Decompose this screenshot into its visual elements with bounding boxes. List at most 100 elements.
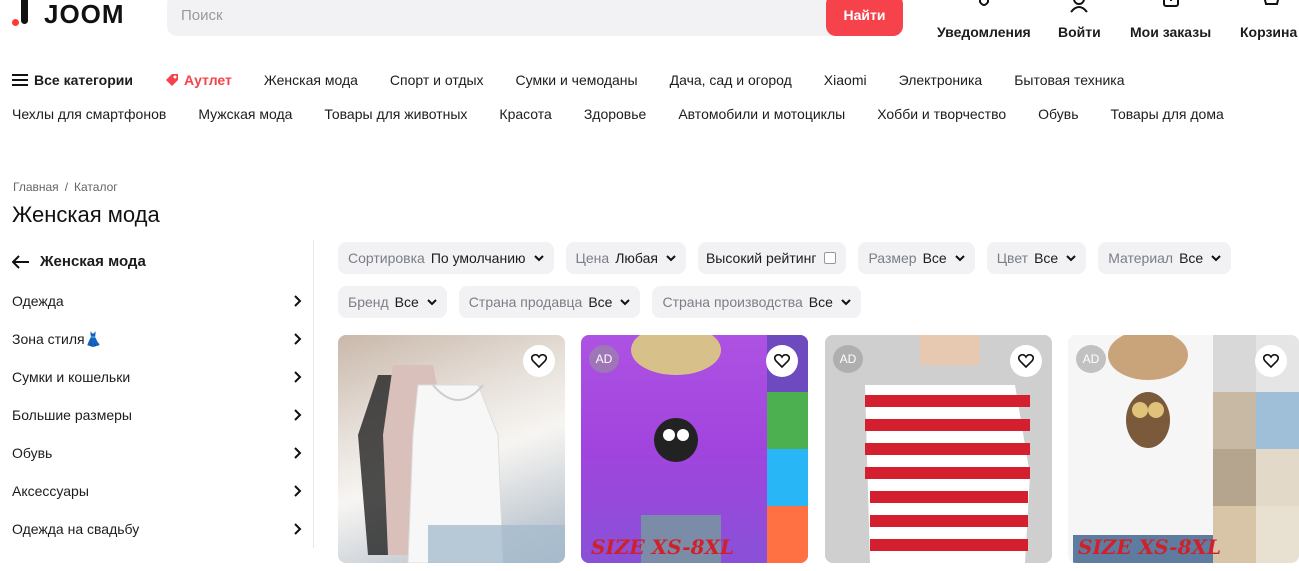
sidebar-back-link[interactable]: Женская мода bbox=[12, 253, 146, 270]
filter-value: Все bbox=[922, 250, 947, 266]
chevron-right-icon bbox=[294, 447, 302, 459]
high-rating-filter[interactable]: Высокий рейтинг bbox=[697, 242, 847, 274]
chevron-down-icon bbox=[427, 299, 437, 306]
ad-badge: AD bbox=[1076, 345, 1106, 373]
sidebar-category-list: Одежда Зона стиля👗 Сумки и кошельки Боль… bbox=[12, 282, 302, 548]
nav-item-beauty[interactable]: Красота bbox=[499, 106, 551, 122]
nav-item-pets[interactable]: Товары для животных bbox=[324, 106, 467, 122]
brand-filter[interactable]: Бренд Все bbox=[338, 286, 447, 318]
sidebar-item-accessories[interactable]: Аксессуары bbox=[12, 472, 302, 510]
sidebar-item-style-zone[interactable]: Зона стиля👗 bbox=[12, 320, 302, 358]
chevron-right-icon bbox=[294, 295, 302, 307]
login-label: Войти bbox=[1058, 24, 1101, 40]
sidebar-divider bbox=[313, 240, 314, 548]
nav-item-sport[interactable]: Спорт и отдых bbox=[390, 72, 484, 88]
sidebar-item-label: Обувь bbox=[12, 445, 53, 461]
filter-bar: Сортировка По умолчанию Цена Любая Высокий… bbox=[338, 242, 1278, 318]
ad-badge: AD bbox=[833, 345, 863, 373]
nav-item-auto[interactable]: Автомобили и мотоциклы bbox=[678, 106, 845, 122]
logo-text: JOOM bbox=[44, 0, 125, 29]
product-card[interactable]: AD bbox=[825, 335, 1052, 563]
high-rating-checkbox[interactable] bbox=[824, 252, 837, 264]
orders-button[interactable]: Мои заказы bbox=[1130, 0, 1211, 40]
logo[interactable]: JOOM bbox=[12, 0, 125, 29]
product-card[interactable] bbox=[338, 335, 565, 563]
chevron-down-icon bbox=[1211, 255, 1221, 262]
sidebar-item-plus-size[interactable]: Большие размеры bbox=[12, 396, 302, 434]
all-categories-button[interactable]: Все категории bbox=[12, 72, 133, 88]
breadcrumb-catalog[interactable]: Каталог bbox=[74, 180, 118, 194]
nav-item-outlet[interactable]: Аутлет bbox=[165, 72, 232, 88]
material-filter[interactable]: Материал Все bbox=[1098, 242, 1232, 274]
nav-item-xiaomi[interactable]: Xiaomi bbox=[824, 72, 867, 88]
user-icon bbox=[1070, 0, 1089, 13]
filter-label: Цена bbox=[575, 250, 610, 266]
search-button[interactable]: Найти bbox=[826, 0, 903, 36]
nav-item-garden[interactable]: Дача, сад и огород bbox=[670, 72, 792, 88]
color-filter[interactable]: Цвет Все bbox=[986, 242, 1087, 274]
favorite-button[interactable] bbox=[766, 345, 798, 377]
search-bar: Найти bbox=[167, 0, 903, 36]
filter-label: Страна продавца bbox=[468, 294, 583, 310]
notifications-button[interactable]: Уведомления bbox=[937, 0, 1031, 40]
nav-item-hobby[interactable]: Хобби и творчество bbox=[877, 106, 1006, 122]
product-card[interactable]: AD SIZE XS-8XL bbox=[581, 335, 808, 563]
category-nav-primary: Все категории Аутлет Женская мода Спорт … bbox=[12, 72, 1157, 88]
sidebar-item-wedding[interactable]: Одежда на свадьбу bbox=[12, 510, 302, 548]
filter-value: Все bbox=[1034, 250, 1059, 266]
nav-item-bags[interactable]: Сумки и чемоданы bbox=[516, 72, 638, 88]
nav-item-appliances[interactable]: Бытовая техника bbox=[1014, 72, 1124, 88]
chevron-right-icon bbox=[294, 409, 302, 421]
cart-button[interactable]: Корзина bbox=[1240, 0, 1297, 40]
sidebar-item-label: Одежда bbox=[12, 293, 64, 309]
chevron-right-icon bbox=[294, 333, 302, 345]
login-button[interactable]: Войти bbox=[1058, 0, 1101, 40]
product-card[interactable]: AD SIZE XS-8XL bbox=[1068, 335, 1299, 563]
ad-badge: AD bbox=[589, 345, 619, 373]
favorite-button[interactable] bbox=[523, 345, 555, 377]
sidebar-item-label: Большие размеры bbox=[12, 407, 132, 423]
sidebar-item-label: Аксессуары bbox=[12, 483, 89, 499]
category-nav-secondary: Чехлы для смартфонов Мужская мода Товары… bbox=[12, 106, 1256, 122]
size-filter[interactable]: Размер Все bbox=[858, 242, 975, 274]
heart-icon bbox=[774, 354, 790, 368]
sidebar-item-bags[interactable]: Сумки и кошельки bbox=[12, 358, 302, 396]
chevron-right-icon bbox=[294, 485, 302, 497]
tag-icon bbox=[165, 74, 178, 86]
made-in-filter[interactable]: Страна производства Все bbox=[652, 286, 861, 318]
chevron-down-icon bbox=[666, 255, 676, 262]
filter-value: Все bbox=[808, 294, 833, 310]
filter-label: Бренд bbox=[348, 294, 389, 310]
nav-item-men[interactable]: Мужская мода bbox=[198, 106, 292, 122]
sidebar-item-label: Сумки и кошельки bbox=[12, 369, 131, 385]
filter-label: Материал bbox=[1108, 250, 1174, 266]
nav-item-electronics[interactable]: Электроника bbox=[899, 72, 983, 88]
breadcrumb-home[interactable]: Главная bbox=[13, 180, 59, 194]
search-input[interactable] bbox=[167, 0, 827, 36]
filter-value: Все bbox=[1179, 250, 1204, 266]
outlet-label: Аутлет bbox=[183, 72, 232, 88]
favorite-button[interactable] bbox=[1255, 345, 1287, 377]
filter-label: Сортировка bbox=[348, 250, 425, 266]
nav-item-shoes[interactable]: Обувь bbox=[1038, 106, 1078, 122]
menu-icon bbox=[12, 74, 28, 86]
chevron-down-icon bbox=[954, 255, 965, 262]
size-range-label: SIZE XS-8XL bbox=[591, 535, 735, 559]
filter-label: Размер bbox=[868, 250, 917, 266]
nav-item-health[interactable]: Здоровье bbox=[584, 106, 647, 122]
sort-filter[interactable]: Сортировка По умолчанию bbox=[338, 242, 554, 274]
nav-item-phone-cases[interactable]: Чехлы для смартфонов bbox=[12, 106, 166, 122]
cart-icon bbox=[1263, 0, 1279, 5]
price-filter[interactable]: Цена Любая bbox=[565, 242, 686, 274]
sidebar-item-shoes[interactable]: Обувь bbox=[12, 434, 302, 472]
favorite-button[interactable] bbox=[1010, 345, 1042, 377]
logo-mark-icon bbox=[12, 0, 32, 28]
heart-icon bbox=[1263, 354, 1279, 368]
nav-item-women[interactable]: Женская мода bbox=[264, 72, 358, 88]
nav-item-home[interactable]: Товары для дома bbox=[1111, 106, 1224, 122]
sidebar-item-clothing[interactable]: Одежда bbox=[12, 282, 302, 320]
seller-country-filter[interactable]: Страна продавца Все bbox=[458, 286, 641, 318]
sidebar-item-label: Одежда на свадьбу bbox=[12, 521, 140, 537]
arrow-left-icon bbox=[12, 254, 29, 269]
all-categories-label: Все категории bbox=[34, 72, 133, 88]
